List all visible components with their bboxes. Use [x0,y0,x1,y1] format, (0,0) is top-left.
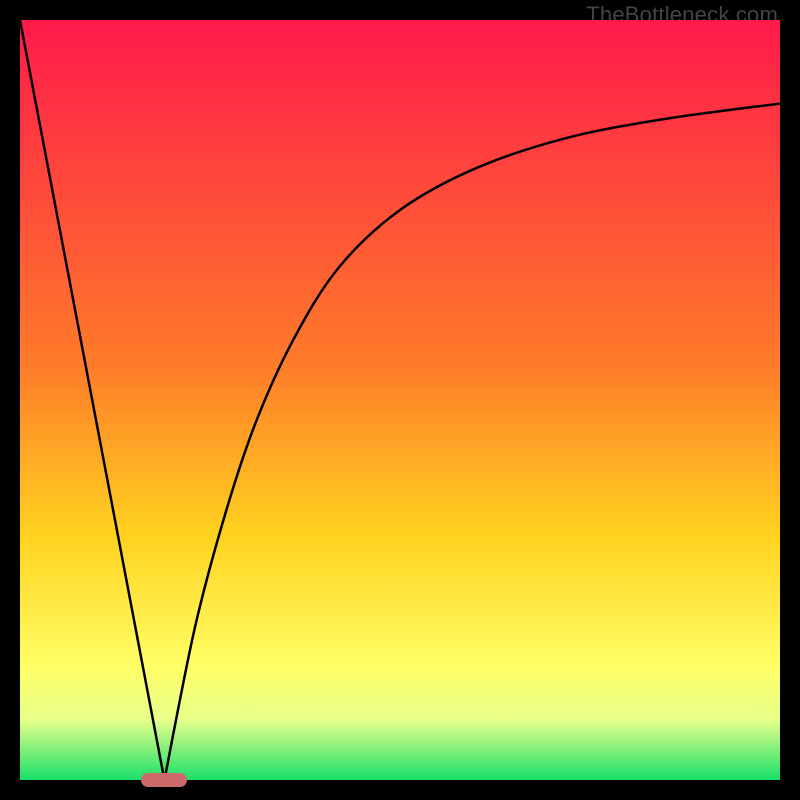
curve-right [164,104,780,780]
chart-frame [20,20,780,780]
optimal-marker [141,773,187,787]
curve-left [20,20,164,780]
bottleneck-curves [20,20,780,780]
